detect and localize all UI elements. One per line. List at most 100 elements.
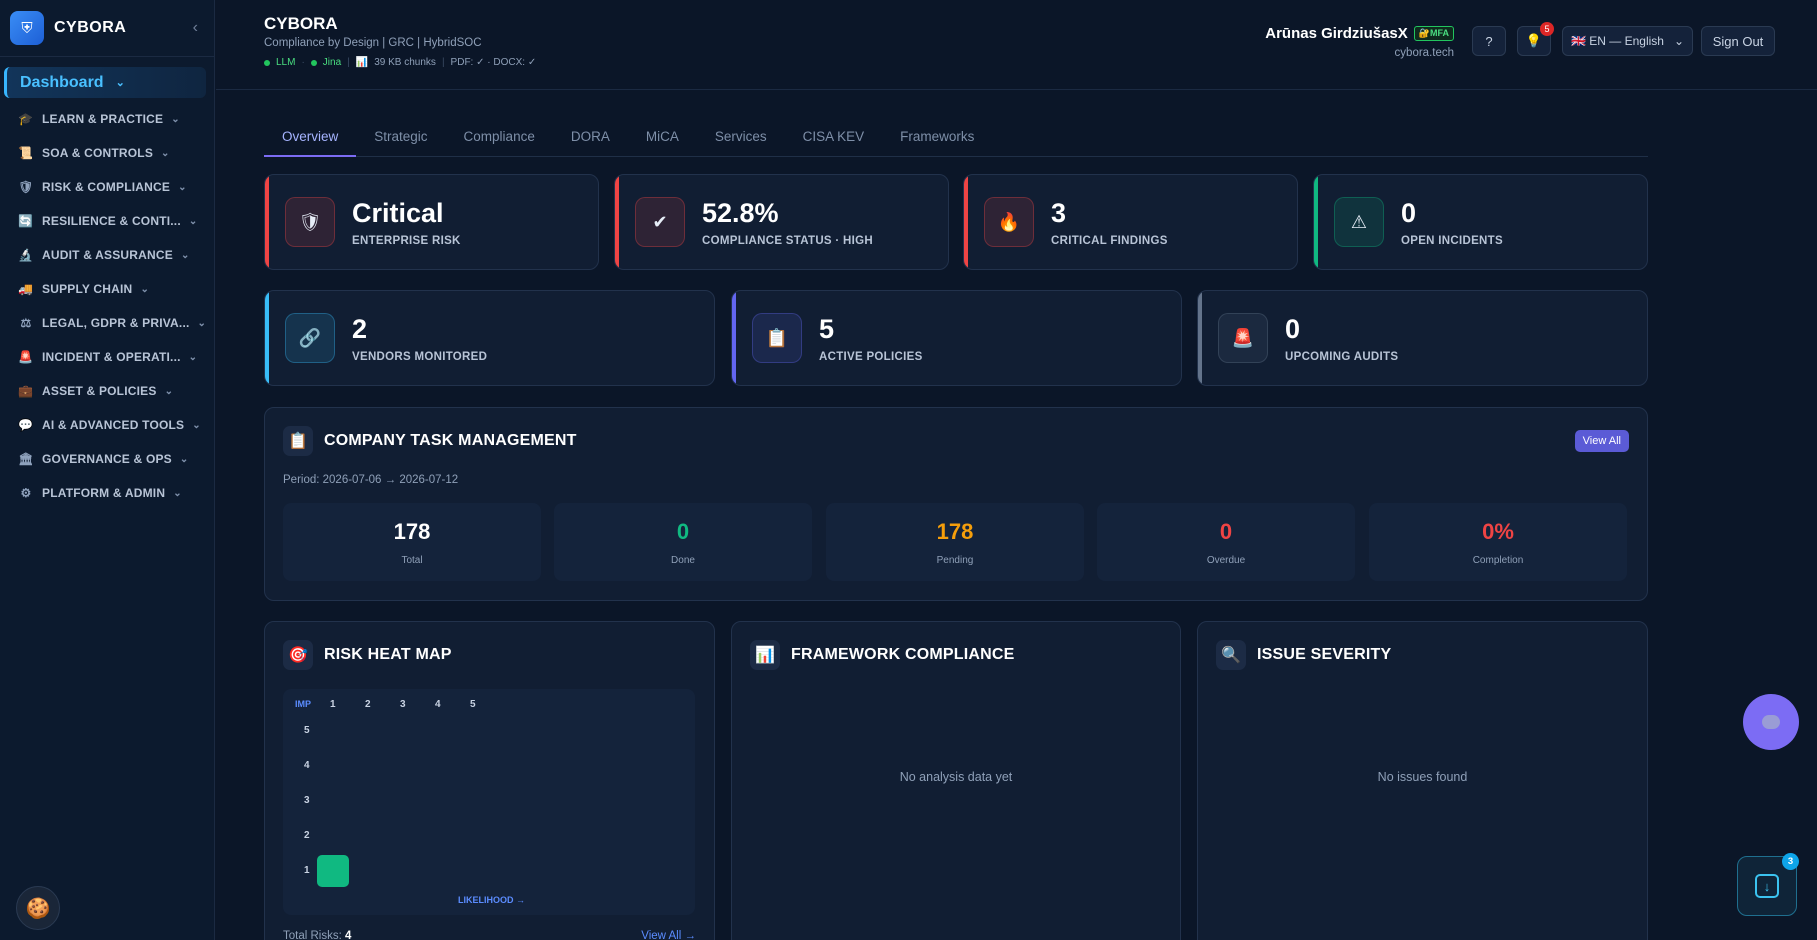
shield-icon[interactable]: ⛨ [10,11,44,45]
tab-dora[interactable]: DORA [553,124,628,157]
sidebar-item-9[interactable]: 💬 AI & ADVANCED TOOLS ⌄ [0,408,214,442]
nav-icon: ⚖ [20,316,32,330]
kpi-value: 0 [1401,197,1417,228]
install-badge: 3 [1782,853,1799,870]
kpi-value: 0 [1285,313,1301,344]
tab-compliance[interactable]: Compliance [446,124,553,157]
header: CYBORA Compliance by Design | GRC | Hybr… [216,0,1817,90]
heat-map-grid: IMP LIKELIHOOD → 1 2 3 4 5 5 4 3 2 1 [283,689,695,915]
tab-frameworks[interactable]: Frameworks [882,124,992,157]
mfa-badge: 🔐MFA [1413,26,1454,41]
kpi-label: COMPLIANCE STATUS · HIGH [702,234,873,247]
language-select[interactable]: 🇬🇧 EN — English ⌄ [1562,26,1693,56]
sidebar-item-label: ASSET & POLICIES [42,384,157,398]
sidebar-item-label: SUPPLY CHAIN [42,282,133,296]
view-all-tasks-button[interactable]: View All [1574,430,1629,452]
kpi-icon: 🚨 [1218,313,1268,363]
sidebar-item-dashboard[interactable]: Dashboard ⌄ [4,67,206,98]
jina-status: Jina [322,57,342,68]
status-dot-icon [264,59,270,66]
brand-name: CYBORA [54,19,127,36]
sidebar-item-label: LEGAL, GDPR & PRIVA... [42,316,190,330]
sidebar-item-label: RESILIENCE & CONTI... [42,214,181,228]
kpi-label: ACTIVE POLICIES [819,350,923,363]
impact-axis-label: IMP [295,699,312,709]
view-all-risks-link[interactable]: View All → [641,930,696,940]
nav-icon: 🎓 [18,112,34,126]
chevron-down-icon: ⌄ [164,385,174,397]
sidebar-item-4[interactable]: 🔬 AUDIT & ASSURANCE ⌄ [0,238,214,272]
kpi-value: 52.8% [702,197,779,228]
tab-services[interactable]: Services [697,124,785,157]
kpi-card[interactable]: 🛡 Critical ENTERPRISE RISK [264,174,599,270]
sidebar-item-6[interactable]: ⚖ LEGAL, GDPR & PRIVA... ⌄ [0,306,214,340]
sidebar-item-label: RISK & COMPLIANCE [42,180,171,194]
cookie-icon[interactable]: 🍪 [16,886,60,930]
sidebar-item-7[interactable]: 🚨 INCIDENT & OPERATI... ⌄ [0,340,214,374]
kpi-value: 2 [352,313,368,344]
install-app-button[interactable]: ↓ 3 [1737,853,1799,916]
chevron-down-icon: ⌄ [171,113,180,125]
sidebar-item-10[interactable]: 🏛 GOVERNANCE & OPS ⌄ [0,442,214,476]
llm-status: LLM [276,57,296,68]
kpi-card[interactable]: 📋 5 ACTIVE POLICIES [731,290,1182,386]
sidebar-item-11[interactable]: ⚙ PLATFORM & ADMIN ⌄ [0,476,214,510]
nav-icon: 📜 [18,146,34,160]
tab-overview[interactable]: Overview [264,124,357,157]
chat-button[interactable] [1743,694,1799,750]
empty-state: No analysis data yet [899,770,1013,784]
heat-map-column-label: 4 [435,699,441,710]
tab-mica[interactable]: MiCA [628,124,697,157]
kpi-card[interactable]: 🔗 2 VENDORS MONITORED [264,290,715,386]
sidebar-item-8[interactable]: 💼 ASSET & POLICIES ⌄ [0,374,214,408]
tab-strategic[interactable]: Strategic [356,124,445,157]
task-stat-total: 178 Total [283,503,541,581]
kpi-accent [1314,175,1318,269]
chunks-icon: 📊 [355,57,369,68]
chevron-down-icon: ⌄ [173,487,182,499]
task-stat-completion: 0% Completion [1369,503,1627,581]
kpi-card[interactable]: ✔ 52.8% COMPLIANCE STATUS · HIGH [614,174,949,270]
sidebar-item-label: GOVERNANCE & OPS [42,452,172,466]
sidebar-item-2[interactable]: 🛡 RISK & COMPLIANCE ⌄ [0,170,214,204]
issue-severity-panel: 🔍 ISSUE SEVERITY No issues found [1197,621,1648,940]
sidebar-item-0[interactable]: 🎓 LEARN & PRACTICE ⌄ [0,102,214,136]
task-period: Period: 2026-07-06 → 2026-07-12 [283,474,459,486]
nav-icon: 💬 [18,418,34,432]
heat-map-cell[interactable] [317,855,349,887]
sidebar-item-1[interactable]: 📜 SOA & CONTROLS ⌄ [0,136,214,170]
framework-compliance-panel: 📊 FRAMEWORK COMPLIANCE No analysis data … [731,621,1181,940]
stat-label: Done [671,555,695,566]
empty-state: No issues found [1377,770,1468,784]
heat-map-row-label: 4 [304,760,310,771]
kpi-icon: 🔗 [285,313,335,363]
sidebar-item-label: AI & ADVANCED TOOLS [42,418,185,432]
chevron-down-icon: ⌄ [1673,34,1684,48]
lightbulb-icon: 💡 [1525,33,1543,48]
stat-label: Total [401,555,423,566]
kpi-card[interactable]: 🔥 3 CRITICAL FINDINGS [963,174,1298,270]
nav-icon: 🏛 [18,452,34,466]
tab-cisa-kev[interactable]: CISA KEV [785,124,883,157]
kpi-card[interactable]: 🚨 0 UPCOMING AUDITS [1197,290,1648,386]
kpi-icon: ✔ [635,197,685,247]
risk-heat-map-panel: 🎯 RISK HEAT MAP IMP LIKELIHOOD → 1 2 3 4 5 5 4… [264,621,715,940]
collapse-sidebar-icon[interactable]: ‹ [193,19,198,37]
kpi-card[interactable]: ⚠ 0 OPEN INCIDENTS [1313,174,1648,270]
kpi-accent [1198,291,1202,385]
kpi-label: ENTERPRISE RISK [352,234,461,247]
task-stat-done: 0 Done [554,503,812,581]
chevron-down-icon: ⌄ [140,283,150,295]
notifications-button[interactable]: 💡 5 [1517,22,1554,56]
page-title: CYBORA [264,14,338,33]
language-value: 🇬🇧 EN — English [1571,34,1664,48]
sign-out-button[interactable]: Sign Out [1701,26,1775,56]
clipboard-icon: 📋 [283,426,313,456]
sidebar-item-label: SOA & CONTROLS [42,146,154,160]
sidebar-item-3[interactable]: 🔄 RESILIENCE & CONTI... ⌄ [0,204,214,238]
chevron-down-icon: ⌄ [161,147,170,159]
download-icon: ↓ [1755,874,1779,898]
sidebar-item-5[interactable]: 🚚 SUPPLY CHAIN ⌄ [0,272,214,306]
help-button[interactable]: ? [1472,26,1506,56]
chevron-down-icon: ⌄ [188,215,198,227]
